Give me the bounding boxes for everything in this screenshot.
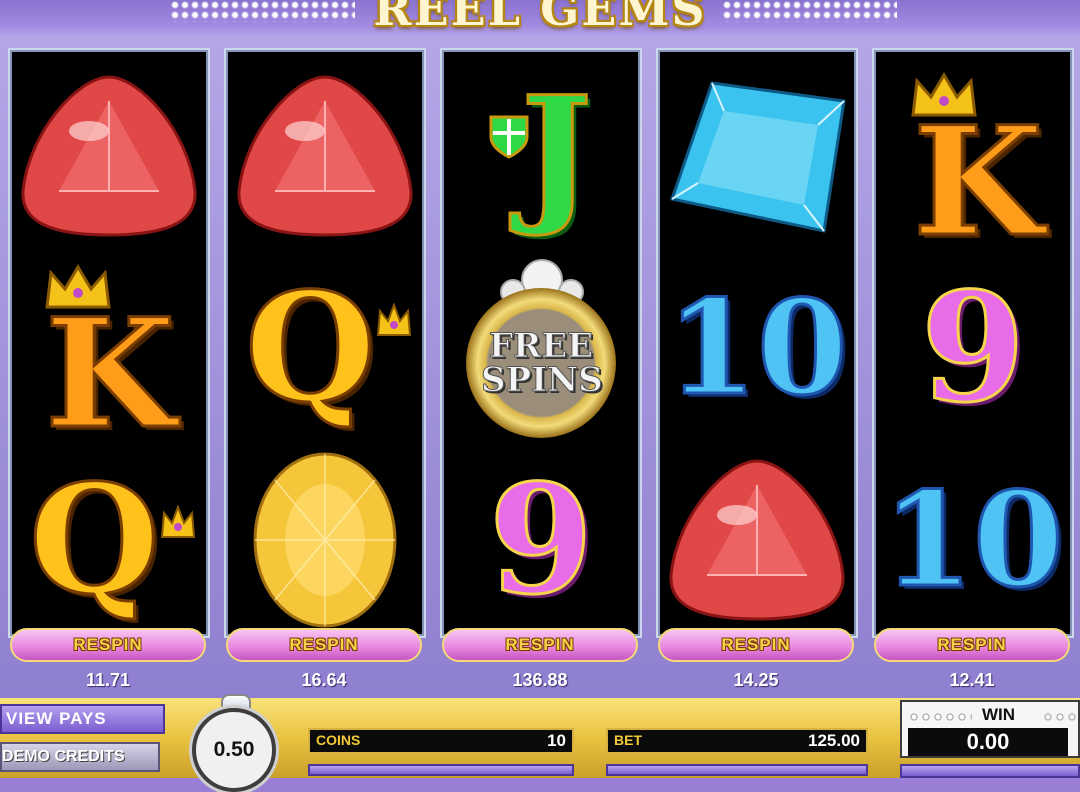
sparkle-strip-left bbox=[170, 0, 355, 22]
respin-cost-reel-2: 16.64 bbox=[301, 670, 347, 690]
respin-button-reel-2[interactable]: RESPIN bbox=[226, 628, 422, 662]
symbol-label: 9 bbox=[919, 260, 1026, 436]
respin-cost-reel-4: 14.25 bbox=[733, 670, 779, 690]
top-banner: REEL GEMS bbox=[0, 0, 1080, 42]
coins-field[interactable]: COINS 10 bbox=[308, 728, 574, 754]
coin-value: 0.50 bbox=[213, 738, 255, 761]
reel-1: K Q bbox=[8, 48, 210, 638]
symbol-label: K bbox=[911, 94, 1044, 270]
free-spins-label: FREE SPINS bbox=[481, 326, 604, 400]
win-sparkle-left bbox=[908, 712, 972, 722]
free-spins-ring-icon: FREE SPINS bbox=[442, 250, 640, 446]
bet-adjust-bar[interactable] bbox=[606, 764, 868, 776]
reel-2: Q bbox=[224, 48, 426, 638]
reel-3: J FREE SPINS 9 bbox=[440, 48, 642, 638]
blue-square-gem-icon bbox=[658, 58, 856, 254]
king-crown-icon: K bbox=[874, 58, 1072, 270]
respin-button-reel-5[interactable]: RESPIN bbox=[874, 628, 1070, 662]
symbol-label: 10 bbox=[881, 463, 1065, 616]
respin-cost-reel-3: 136.88 bbox=[512, 670, 568, 690]
ten-icon: 10 bbox=[658, 250, 856, 446]
symbol-label: 9 bbox=[487, 452, 594, 628]
coins-adjust-bar[interactable] bbox=[308, 764, 574, 776]
respin-button-reel-4[interactable]: RESPIN bbox=[658, 628, 854, 662]
win-value: 0.00 bbox=[908, 728, 1068, 756]
bet-label: BET bbox=[614, 732, 642, 748]
red-trillion-gem-icon bbox=[10, 58, 208, 254]
symbol-label: Q bbox=[244, 260, 378, 436]
nine-icon: 9 bbox=[442, 442, 640, 638]
symbol-label: K bbox=[43, 286, 176, 462]
queen-crown-icon: Q bbox=[10, 442, 208, 638]
win-sparkle-right bbox=[1042, 712, 1078, 722]
nine-icon: 9 bbox=[874, 250, 1072, 446]
king-crown-icon: K bbox=[10, 250, 208, 462]
symbol-label: 10 bbox=[665, 271, 849, 424]
red-trillion-gem-icon bbox=[658, 442, 856, 638]
respin-cost-reel-1: 11.71 bbox=[85, 670, 131, 690]
ten-icon: 10 bbox=[874, 442, 1072, 638]
bet-value: 125.00 bbox=[808, 731, 860, 750]
win-display: WIN 0.00 bbox=[900, 700, 1080, 758]
game-title-logo: REEL GEMS bbox=[373, 0, 707, 36]
symbol-label: Q bbox=[28, 452, 162, 628]
respin-button-reel-3[interactable]: RESPIN bbox=[442, 628, 638, 662]
reel-5: K 9 10 bbox=[872, 48, 1074, 638]
respin-button-reel-1[interactable]: RESPIN bbox=[10, 628, 206, 662]
jack-shield-icon: J bbox=[442, 58, 640, 254]
spin-button[interactable] bbox=[900, 764, 1080, 778]
queen-crown-icon: Q bbox=[226, 250, 424, 446]
sparkle-strip-right bbox=[722, 0, 897, 22]
coins-value: 10 bbox=[547, 731, 566, 750]
reel-4: 10 bbox=[656, 48, 858, 638]
coins-label: COINS bbox=[316, 732, 361, 748]
demo-credits-button[interactable]: DEMO CREDITS bbox=[0, 742, 160, 772]
respin-cost-reel-5: 12.41 bbox=[949, 670, 995, 690]
symbol-label: J bbox=[520, 64, 594, 240]
gold-ring: FREE SPINS bbox=[466, 288, 616, 438]
bet-field[interactable]: BET 125.00 bbox=[606, 728, 868, 754]
win-label: WIN bbox=[982, 705, 1016, 724]
view-pays-button[interactable]: VIEW PAYS bbox=[0, 704, 165, 734]
red-trillion-gem-icon bbox=[226, 58, 424, 254]
coin-value-selector[interactable]: 0.50 bbox=[192, 708, 276, 792]
yellow-oval-gem-icon bbox=[226, 442, 424, 638]
